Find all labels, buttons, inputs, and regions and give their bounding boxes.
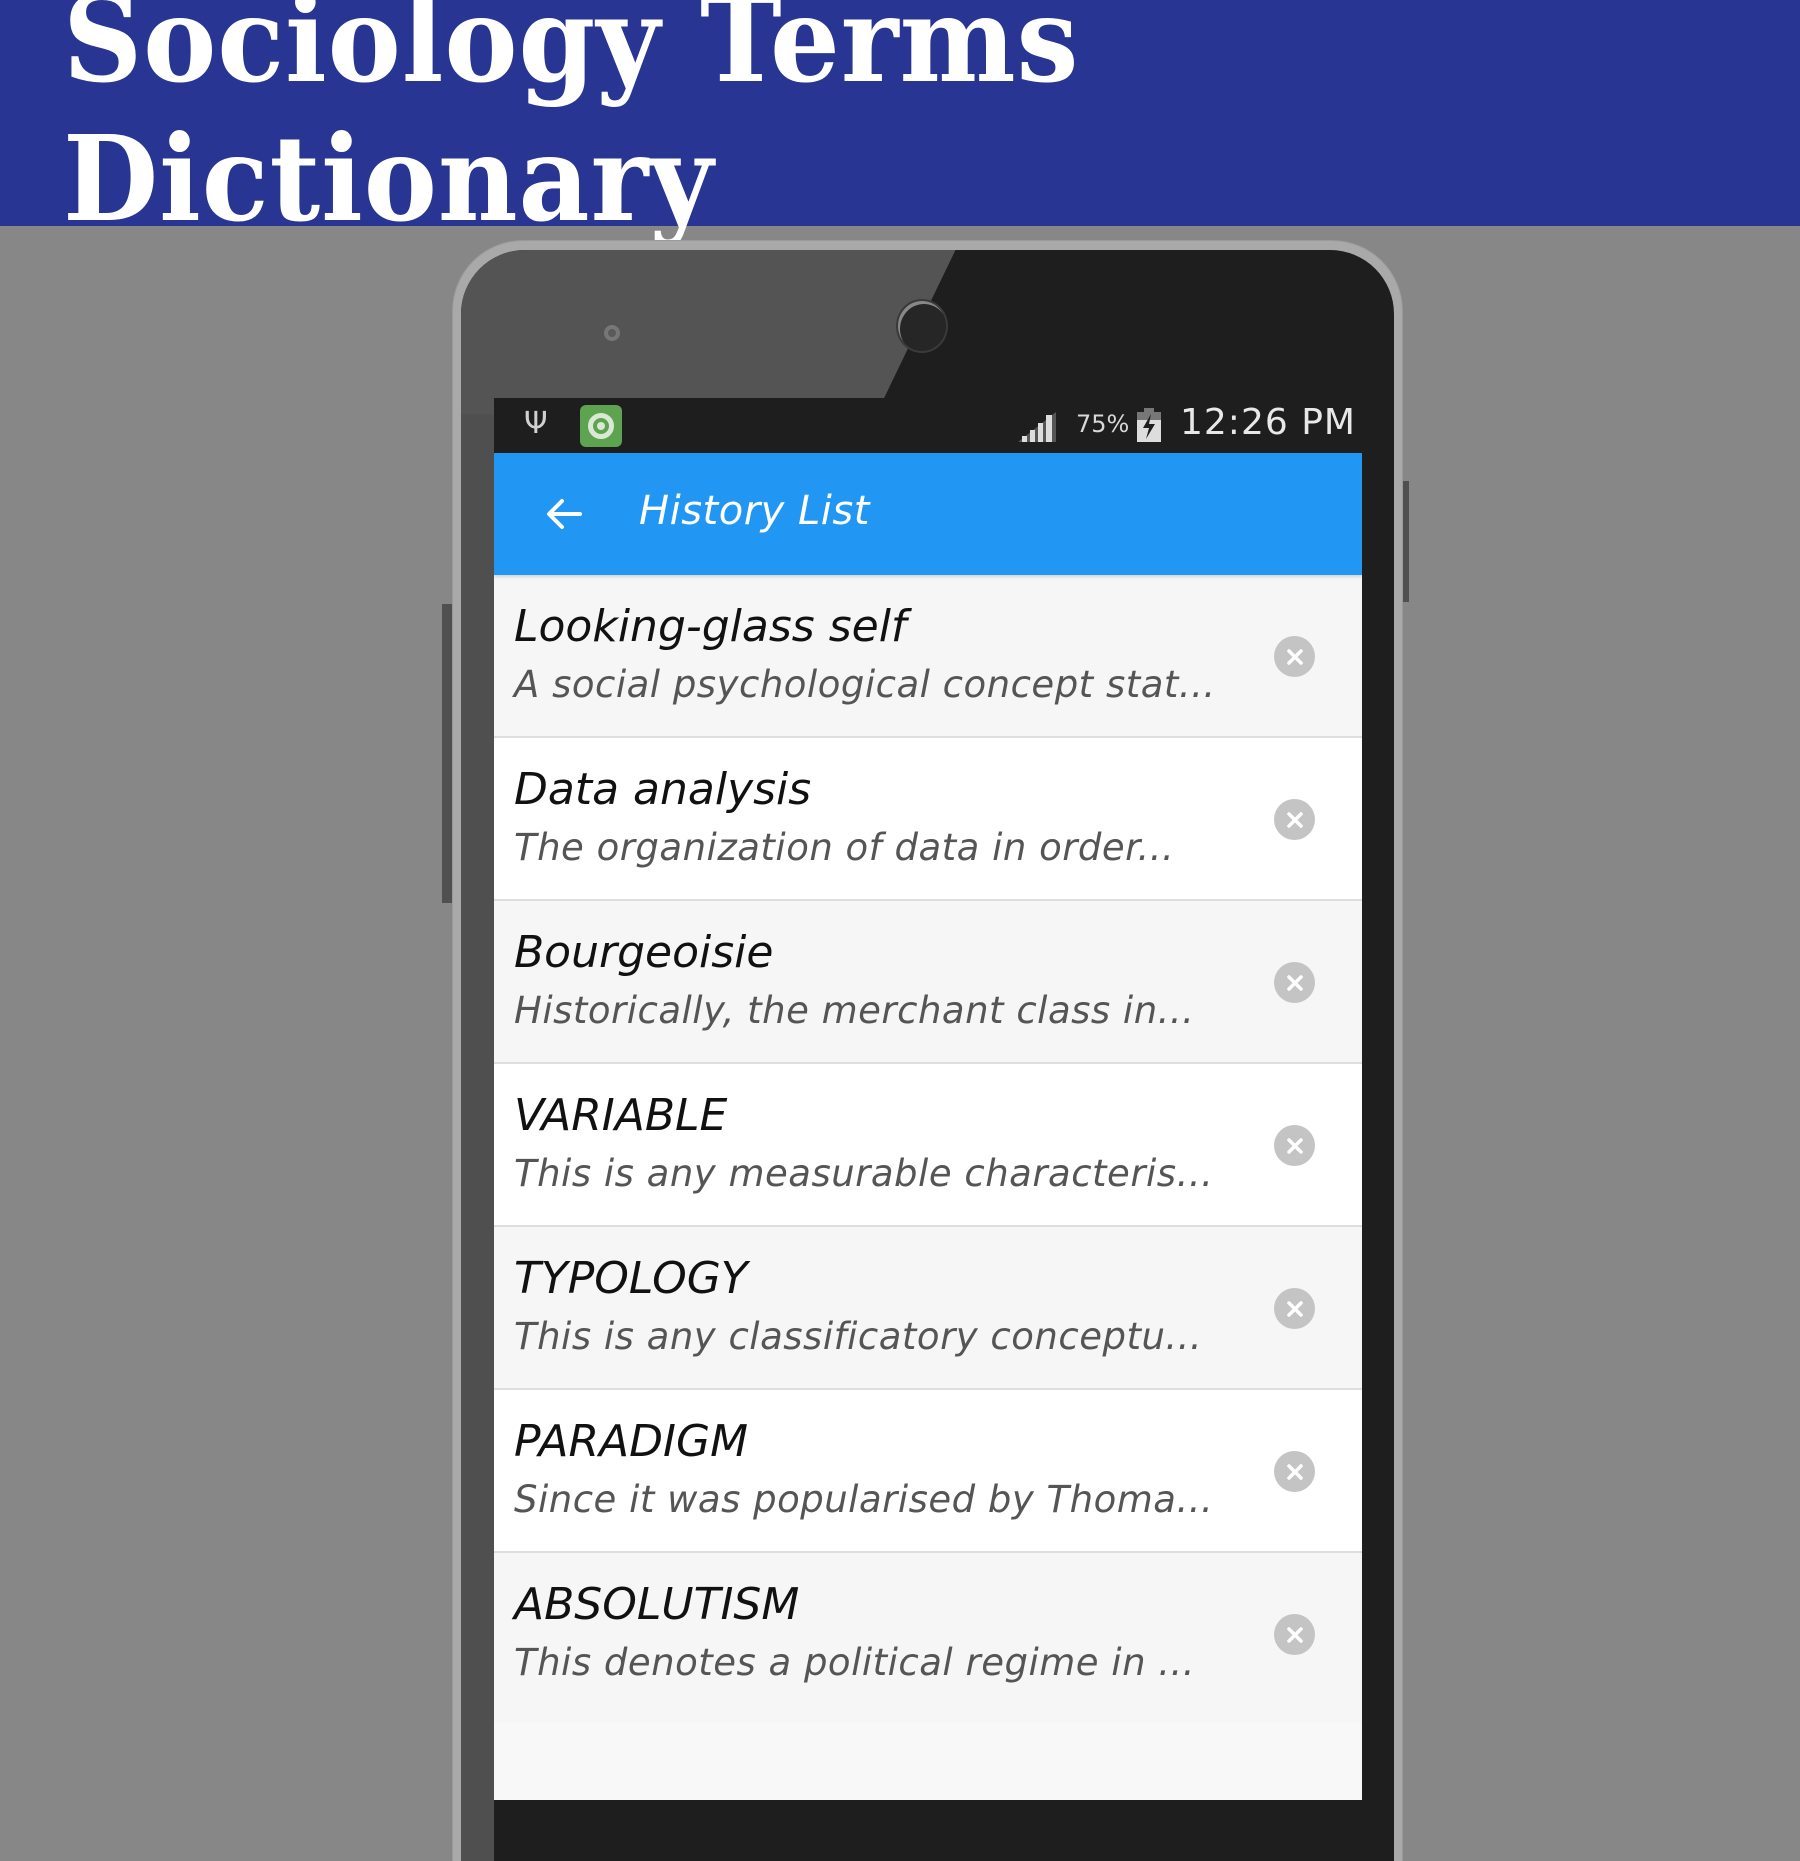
remove-circle-icon	[1286, 974, 1303, 991]
remove-item-button[interactable]	[1274, 799, 1315, 840]
history-item[interactable]: Data analysis The organization of data i…	[494, 738, 1362, 901]
front-camera-icon	[898, 301, 946, 351]
arrow-back-icon	[547, 499, 582, 529]
app-notification-icon	[580, 405, 622, 447]
term-title: Looking-glass self	[514, 601, 907, 652]
signal-icon	[1018, 412, 1056, 442]
term-title: PARADIGM	[514, 1416, 749, 1467]
remove-circle-icon	[1286, 1137, 1303, 1154]
history-item[interactable]: Bourgeoisie Historically, the merchant c…	[494, 901, 1362, 1064]
history-item[interactable]: PARADIGM Since it was popularised by Tho…	[494, 1390, 1362, 1553]
history-list: Looking-glass self A social psychologica…	[494, 575, 1362, 1723]
remove-item-button[interactable]	[1274, 1451, 1315, 1492]
remove-item-button[interactable]	[1274, 1288, 1315, 1329]
remove-circle-icon	[1286, 1300, 1303, 1317]
battery-charging-icon	[1137, 408, 1161, 442]
term-snippet: Historically, the merchant class in...	[514, 989, 1195, 1032]
banner-title: Sociology Terms Dictionary	[63, 0, 1080, 248]
proximity-sensor-icon	[604, 325, 620, 341]
history-item[interactable]: VARIABLE This is any measurable characte…	[494, 1064, 1362, 1227]
remove-circle-icon	[1286, 1626, 1303, 1643]
term-snippet: This is any classificatory conceptu...	[514, 1315, 1203, 1358]
phone-screen: Ψ 75% 12:26 PM History List Looking-glas…	[494, 398, 1362, 1800]
term-snippet: This is any measurable characteris...	[514, 1152, 1214, 1195]
term-title: Bourgeoisie	[514, 927, 774, 978]
term-snippet: This denotes a political regime in ...	[514, 1641, 1196, 1684]
term-title: ABSOLUTISM	[514, 1579, 800, 1630]
battery-percent: 75%	[1076, 410, 1130, 438]
app-bar: History List	[494, 453, 1362, 575]
history-item[interactable]: Looking-glass self A social psychologica…	[494, 575, 1362, 738]
remove-item-button[interactable]	[1274, 1125, 1315, 1166]
term-snippet: Since it was popularised by Thoma...	[514, 1478, 1214, 1521]
volume-button	[442, 604, 453, 903]
history-item[interactable]: TYPOLOGY This is any classificatory conc…	[494, 1227, 1362, 1390]
term-title: VARIABLE	[514, 1090, 728, 1141]
status-bar: Ψ 75% 12:26 PM	[494, 398, 1362, 453]
bezel-glare	[461, 250, 494, 1861]
remove-circle-icon	[1286, 811, 1303, 828]
history-item[interactable]: ABSOLUTISM This denotes a political regi…	[494, 1553, 1362, 1723]
remove-circle-icon	[1286, 648, 1303, 665]
power-button	[1401, 481, 1409, 602]
term-snippet: The organization of data in order...	[514, 826, 1175, 869]
page-title: History List	[639, 488, 870, 534]
term-title: Data analysis	[514, 764, 812, 815]
remove-item-button[interactable]	[1274, 636, 1315, 677]
term-snippet: A social psychological concept stat...	[514, 663, 1216, 706]
remove-item-button[interactable]	[1274, 1614, 1315, 1655]
remove-item-button[interactable]	[1274, 962, 1315, 1003]
usb-icon: Ψ	[524, 406, 548, 441]
clock: 12:26 PM	[1180, 402, 1356, 443]
term-title: TYPOLOGY	[514, 1253, 748, 1304]
back-button[interactable]	[534, 484, 594, 544]
promo-banner: Sociology Terms Dictionary	[0, 0, 1800, 248]
remove-circle-icon	[1286, 1463, 1303, 1480]
